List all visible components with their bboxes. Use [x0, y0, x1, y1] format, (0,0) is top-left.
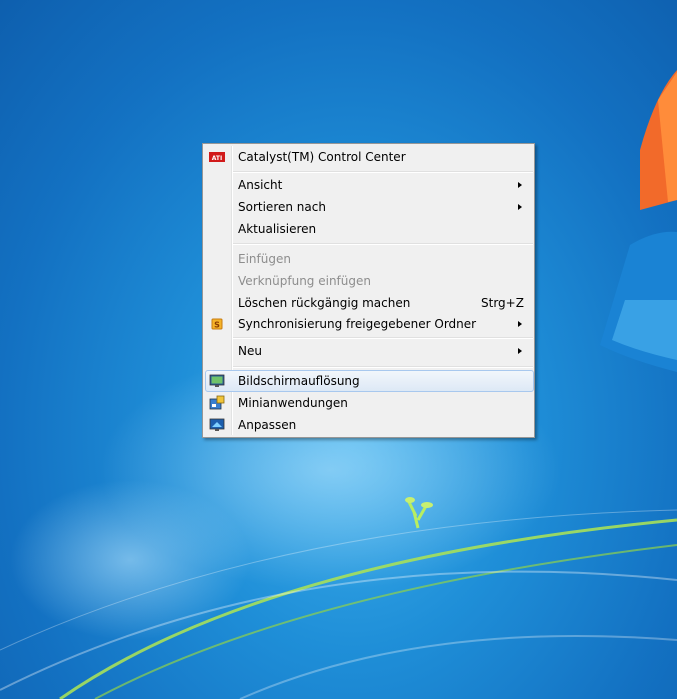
submenu-arrow-icon	[518, 204, 522, 210]
menu-item-label: Verknüpfung einfügen	[238, 274, 371, 288]
display-resolution-icon	[209, 374, 225, 387]
menu-item-label: Ansicht	[238, 178, 283, 192]
menu-item-neu[interactable]: Neu	[205, 340, 534, 362]
menu-separator	[233, 171, 533, 173]
sync-icon: S	[211, 318, 223, 330]
menu-item-label: Einfügen	[238, 252, 291, 266]
menu-item-anpassen[interactable]: Anpassen	[205, 414, 534, 436]
submenu-arrow-icon	[518, 321, 522, 327]
menu-separator	[233, 337, 533, 339]
menu-separator	[233, 366, 533, 368]
menu-item-label: Aktualisieren	[238, 222, 317, 236]
menu-item-aktualisieren[interactable]: Aktualisieren	[205, 218, 534, 240]
menu-item-label: Anpassen	[238, 418, 297, 432]
svg-text:S: S	[214, 321, 220, 330]
menu-item-loeschen-rueckgaengig[interactable]: Löschen rückgängig machen Strg+Z	[205, 292, 534, 314]
menu-item-label: Minianwendungen	[238, 396, 348, 410]
desktop-context-menu: ATI Catalyst(TM) Control Center Ansicht …	[202, 143, 535, 438]
menu-separator	[233, 243, 533, 245]
ati-icon: ATI	[209, 152, 225, 162]
menu-item-bildschirmaufloesung[interactable]: Bildschirmauflösung	[205, 370, 534, 392]
svg-text:ATI: ATI	[212, 155, 223, 162]
menu-item-catalyst-control-center[interactable]: ATI Catalyst(TM) Control Center	[205, 146, 534, 168]
menu-item-minianwendungen[interactable]: Minianwendungen	[205, 392, 534, 414]
menu-item-sortieren-nach[interactable]: Sortieren nach	[205, 196, 534, 218]
menu-item-shortcut: Strg+Z	[481, 296, 524, 310]
menu-item-label: Bildschirmauflösung	[238, 374, 360, 388]
menu-item-label: Sortieren nach	[238, 200, 326, 214]
menu-item-ansicht[interactable]: Ansicht	[205, 174, 534, 196]
personalize-icon	[209, 418, 225, 431]
menu-item-verknuepfung-einfuegen[interactable]: Verknüpfung einfügen	[205, 270, 534, 292]
submenu-arrow-icon	[518, 348, 522, 354]
menu-item-label: Neu	[238, 344, 262, 358]
menu-item-label: Catalyst(TM) Control Center	[238, 150, 406, 164]
menu-item-label: Löschen rückgängig machen	[238, 296, 411, 310]
menu-item-label: Synchronisierung freigegebener Ordner	[238, 317, 477, 331]
submenu-arrow-icon	[518, 182, 522, 188]
gadgets-icon	[209, 395, 225, 410]
menu-item-einfuegen[interactable]: Einfügen	[205, 248, 534, 270]
menu-item-synchronisierung[interactable]: S Synchronisierung freigegebener Ordner	[205, 313, 534, 335]
